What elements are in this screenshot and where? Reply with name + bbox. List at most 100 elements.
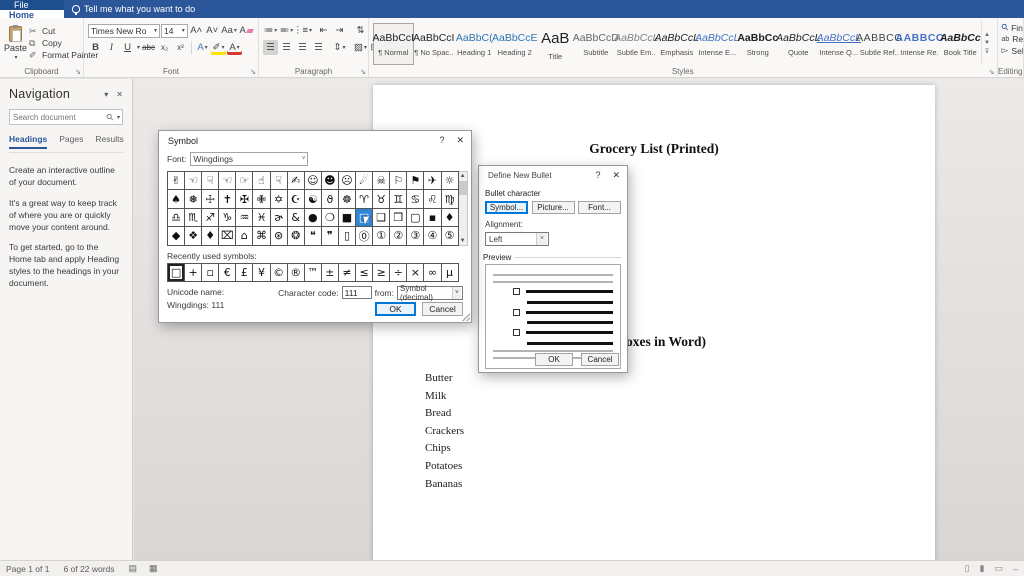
style-chip[interactable]: AaBbCcD Subtitle: [576, 23, 617, 65]
style-chip[interactable]: AaBbCcE Heading 2: [495, 23, 536, 65]
navigation-tab[interactable]: Results: [95, 134, 123, 149]
symbol-cell[interactable]: ❑: [373, 209, 390, 227]
style-chip[interactable]: AaBbCc Book Title: [940, 23, 981, 65]
navigation-search-box[interactable]: ⚲ ▾: [9, 109, 123, 125]
font-dialog-launcher[interactable]: ⇘: [250, 68, 256, 76]
symbol-cell[interactable]: ☸: [339, 190, 356, 208]
symbol-cell[interactable]: ◆: [168, 227, 185, 245]
symbol-cell[interactable]: ●: [305, 209, 322, 227]
symbol-cell[interactable]: ♠: [168, 190, 185, 208]
symbol-cell[interactable]: ♓: [253, 209, 270, 227]
underline-button[interactable]: U: [120, 40, 135, 55]
symbol-cell[interactable]: ❅: [185, 190, 202, 208]
symbol-cell[interactable]: ɚ: [271, 209, 288, 227]
symbol-dialog-titlebar[interactable]: Symbol ? ✕: [159, 131, 471, 148]
align-left-button[interactable]: ☰: [263, 40, 278, 55]
cancel-button[interactable]: Cancel: [422, 302, 463, 316]
sort-button[interactable]: ⇅: [353, 23, 368, 38]
scroll-down-icon[interactable]: ▼: [460, 238, 466, 244]
ribbon-tab[interactable]: File: [0, 0, 64, 10]
subscript-button[interactable]: x₂: [157, 40, 172, 55]
resize-grip[interactable]: [462, 313, 470, 321]
recent-symbol-cell[interactable]: €: [219, 264, 236, 282]
change-case-button[interactable]: Aa▾: [221, 23, 238, 38]
find-button[interactable]: ⚲ Find: [1002, 22, 1020, 33]
recent-symbol-cell[interactable]: ∞: [424, 264, 441, 282]
symbol-cell[interactable]: ⓪: [356, 227, 373, 245]
symbol-cell[interactable]: ☼: [442, 172, 459, 190]
symbol-cell[interactable]: ✌: [168, 172, 185, 190]
recent-symbol-cell[interactable]: □: [168, 264, 185, 282]
read-mode-icon[interactable]: ▯: [965, 563, 970, 574]
symbol-cell[interactable]: ✍: [288, 172, 305, 190]
symbol-cell[interactable]: ▯: [339, 227, 356, 245]
align-center-button[interactable]: ☰: [279, 40, 294, 55]
symbol-cell[interactable]: ♑: [219, 209, 236, 227]
text-effects-button[interactable]: A▾: [195, 40, 210, 55]
navigation-tab[interactable]: Pages: [59, 134, 83, 149]
style-chip[interactable]: AaBbCcL Intense Q...: [819, 23, 860, 65]
styles-scroll-up[interactable]: ▲: [984, 32, 990, 38]
symbol-cell[interactable]: ☯: [305, 190, 322, 208]
symbol-cell[interactable]: ☟: [202, 172, 219, 190]
print-layout-icon[interactable]: ▮: [980, 563, 985, 574]
character-code-input[interactable]: [342, 286, 372, 299]
style-chip[interactable]: AaBbCcL Intense E...: [697, 23, 738, 65]
page-count[interactable]: Page 1 of 1: [6, 564, 49, 574]
shading-button[interactable]: ▨▾: [353, 40, 368, 55]
symbol-cell[interactable]: ϑ: [322, 190, 339, 208]
symbol-cell[interactable]: ♈: [356, 190, 373, 208]
symbol-cell[interactable]: ❍: [322, 209, 339, 227]
numbering-button[interactable]: ≕▾: [279, 23, 294, 38]
font-size-combo[interactable]: 14▾: [161, 24, 188, 38]
symbol-cell[interactable]: ⌂: [236, 227, 253, 245]
cancel-button[interactable]: Cancel: [581, 353, 619, 366]
symbol-cell[interactable]: ♒: [236, 209, 253, 227]
navigation-tab[interactable]: Headings: [9, 134, 47, 149]
symbol-cell[interactable]: ✝: [219, 190, 236, 208]
clipboard-dialog-launcher[interactable]: ⇘: [75, 68, 81, 76]
replace-button[interactable]: ab Replace: [1002, 34, 1020, 44]
symbol-cell[interactable]: ①: [373, 227, 390, 245]
italic-button[interactable]: I: [104, 40, 119, 55]
word-count[interactable]: 6 of 22 words: [63, 564, 114, 574]
style-chip[interactable]: AaBbC( Heading 1: [454, 23, 495, 65]
symbol-grid-scrollbar[interactable]: ▲ ▼: [459, 171, 468, 246]
style-chip[interactable]: AaB Title: [535, 23, 576, 65]
style-chip[interactable]: AaBbCcL Emphasis: [657, 23, 698, 65]
symbol-cell[interactable]: ❞: [322, 227, 339, 245]
symbol-cell[interactable]: ④: [424, 227, 441, 245]
symbol-cell[interactable]: ♦: [442, 209, 459, 227]
paragraph-dialog-launcher[interactable]: ⇘: [360, 68, 366, 76]
search-input[interactable]: [10, 113, 105, 122]
symbol-cell[interactable]: ❝: [305, 227, 322, 245]
recent-symbol-cell[interactable]: ×: [407, 264, 424, 282]
line-spacing-button[interactable]: ⇕▾: [332, 40, 347, 55]
symbol-cell[interactable]: ♋: [407, 190, 424, 208]
select-button[interactable]: ▻ Select: [1002, 45, 1020, 56]
help-icon[interactable]: ?: [595, 170, 600, 181]
symbol-cell[interactable]: ♍: [442, 190, 459, 208]
symbol-cell[interactable]: ☻: [322, 172, 339, 190]
symbol-cell[interactable]: ⚑: [407, 172, 424, 190]
symbol-cell[interactable]: ☞: [236, 172, 253, 190]
multilevel-list-button[interactable]: ⋮≡▾: [295, 23, 310, 38]
symbol-cell[interactable]: ☝: [253, 172, 270, 190]
zoom-out-icon[interactable]: –: [1013, 564, 1018, 574]
symbol-cell[interactable]: ③: [407, 227, 424, 245]
symbol-cell[interactable]: ②: [390, 227, 407, 245]
symbol-cell[interactable]: ☪: [288, 190, 305, 208]
symbol-cell[interactable]: ♌: [424, 190, 441, 208]
font-color-button[interactable]: A▾: [227, 40, 242, 55]
recent-symbol-cell[interactable]: ≤: [356, 264, 373, 282]
justify-button[interactable]: ☰: [311, 40, 326, 55]
style-chip[interactable]: AaBbCcL Subtle Em...: [616, 23, 657, 65]
proofing-icon[interactable]: ▤: [129, 563, 138, 574]
superscript-button[interactable]: x²: [173, 40, 188, 55]
styles-more-button[interactable]: ⊽: [985, 48, 989, 55]
close-icon[interactable]: ✕: [612, 170, 620, 181]
recent-symbol-cell[interactable]: ©: [271, 264, 288, 282]
symbol-cell[interactable]: ☜: [185, 172, 202, 190]
symbol-cell[interactable]: ❖: [185, 227, 202, 245]
symbol-cell[interactable]: ♉: [373, 190, 390, 208]
